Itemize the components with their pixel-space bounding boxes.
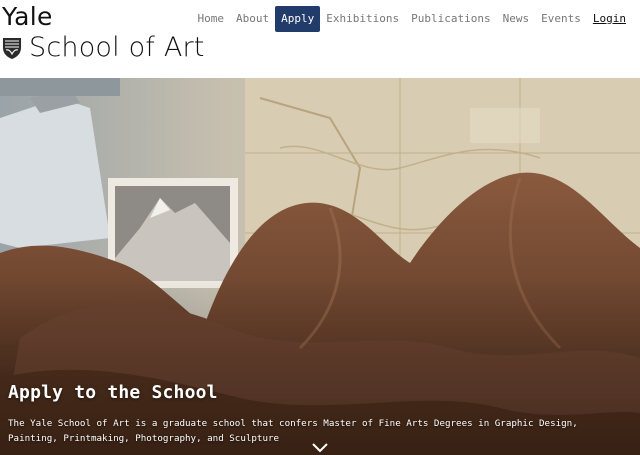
nav-about[interactable]: About (230, 6, 275, 32)
chevron-down-icon[interactable] (311, 442, 329, 454)
nav-publications[interactable]: Publications (405, 6, 496, 32)
site-header: Yale School of Art Home About Apply Exhi… (0, 0, 640, 78)
logo-school-of-art-text: School of Art (29, 32, 205, 63)
hero-section: Apply to the School The Yale School of A… (0, 78, 640, 455)
nav-home[interactable]: Home (192, 6, 231, 32)
logo-yale-text: Yale (2, 2, 53, 31)
nav-news[interactable]: News (497, 6, 536, 32)
hero-title: Apply to the School (8, 382, 218, 403)
nav-apply[interactable]: Apply (275, 6, 321, 32)
nav-events[interactable]: Events (535, 6, 587, 32)
shield-icon (3, 38, 21, 59)
nav-exhibitions[interactable]: Exhibitions (320, 6, 405, 32)
nav-login[interactable]: Login (587, 6, 632, 32)
main-nav: Home About Apply Exhibitions Publication… (192, 6, 632, 32)
